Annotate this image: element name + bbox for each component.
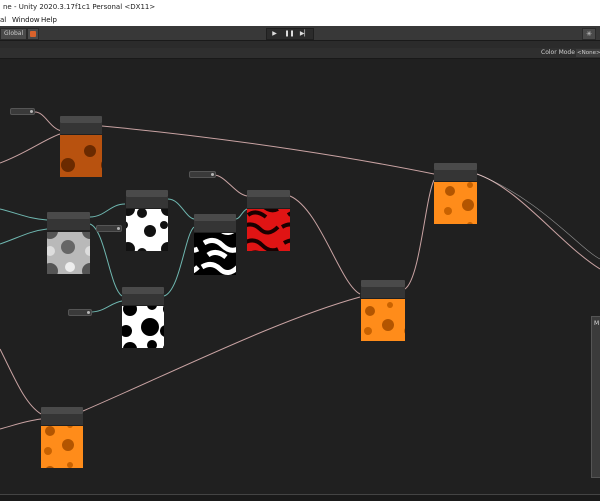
output-port[interactable]	[30, 110, 33, 113]
node-header[interactable]	[434, 163, 477, 170]
window-title: ne - Unity 2020.3.17f1c1 Personal <DX11>	[3, 3, 156, 11]
node-preview	[126, 209, 168, 251]
node-preview	[122, 306, 164, 348]
parameter-node[interactable]	[189, 171, 216, 178]
node-preview	[194, 233, 236, 275]
node-ports	[47, 219, 90, 230]
node-ports	[60, 123, 102, 134]
node-ports	[361, 287, 405, 298]
pause-button[interactable]: ❚❚	[282, 29, 297, 39]
node-header[interactable]	[361, 280, 405, 287]
menu-item-help[interactable]: Help	[41, 14, 57, 26]
node-ports	[126, 197, 168, 208]
node-header[interactable]	[122, 287, 164, 294]
playmode-controls: ▶ ❚❚ ▶▏	[266, 28, 314, 40]
node-preview	[434, 182, 477, 224]
node-ports	[194, 221, 236, 232]
node-preview	[60, 135, 102, 177]
output-port[interactable]	[211, 173, 214, 176]
menu-item-window[interactable]: Window	[12, 14, 40, 26]
pivot-global-toggle[interactable]: Global	[0, 28, 28, 40]
window-title-bar: ne - Unity 2020.3.17f1c1 Personal <DX11>	[0, 0, 600, 14]
node-preview	[247, 209, 290, 251]
node-ports	[122, 294, 164, 305]
graph-canvas[interactable]: M	[0, 59, 600, 494]
node-header[interactable]	[247, 190, 290, 197]
node-header[interactable]	[194, 214, 236, 221]
collab-icon	[30, 31, 36, 37]
node-header[interactable]	[60, 116, 102, 123]
node-ports	[41, 414, 83, 425]
color-mode-label: Color Mode	[541, 49, 575, 56]
graph-toolbar: Color Mode <None>	[0, 48, 600, 59]
parameter-node[interactable]	[68, 309, 92, 316]
node-preview	[361, 299, 405, 341]
node-header[interactable]	[41, 407, 83, 414]
step-button[interactable]: ▶▏	[297, 29, 312, 39]
node-header[interactable]	[126, 190, 168, 197]
color-mode-dropdown[interactable]: <None>	[576, 49, 600, 57]
node-header[interactable]	[47, 212, 90, 219]
main-toolbar: Global ▶ ❚❚ ▶▏ ✳	[0, 26, 600, 41]
parameter-node[interactable]	[10, 108, 35, 115]
play-button[interactable]: ▶	[267, 29, 282, 39]
panel-label: M	[594, 320, 600, 327]
tab-strip	[0, 41, 600, 48]
parameter-node[interactable]	[96, 225, 122, 232]
output-port[interactable]	[117, 227, 120, 230]
blackboard-panel[interactable]: M	[591, 316, 600, 478]
node-preview	[41, 426, 83, 468]
output-port[interactable]	[87, 311, 90, 314]
node-preview	[47, 232, 90, 274]
collab-button[interactable]	[27, 28, 39, 40]
menu-item-tool[interactable]: al	[0, 14, 6, 26]
cloud-icon[interactable]: ✳	[582, 28, 596, 40]
node-ports	[434, 170, 477, 181]
node-ports	[247, 197, 290, 208]
